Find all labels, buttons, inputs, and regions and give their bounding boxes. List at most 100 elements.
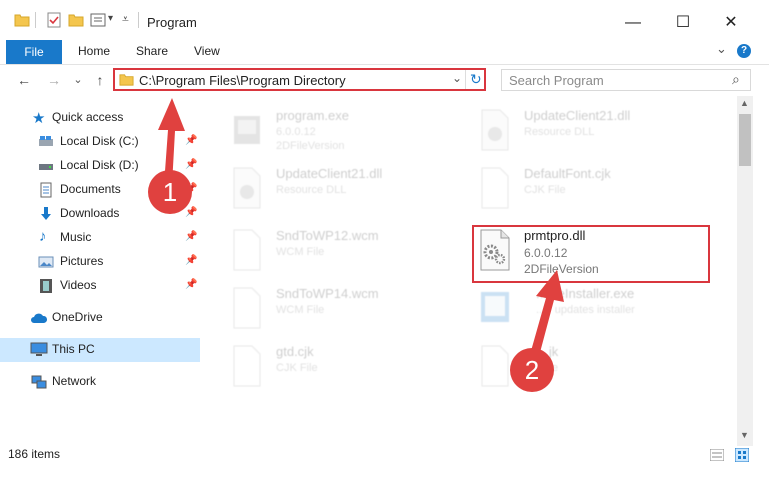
file-item[interactable]: gtd.cjk CJK File	[230, 344, 450, 400]
documents-icon	[40, 182, 52, 198]
file-name: gtd.cjk	[276, 344, 314, 359]
window-title: Program	[147, 15, 197, 30]
file-name: program.exe	[276, 108, 349, 123]
help-icon[interactable]: ?	[737, 44, 751, 58]
sidebar-item-label: Pictures	[60, 254, 104, 268]
file-name: UpdateClient21.dll	[276, 166, 383, 181]
scrollbar-thumb[interactable]	[739, 114, 751, 166]
chevron-down-icon[interactable]: ▾	[108, 13, 113, 24]
sidebar-item-videos[interactable]: Videos 📌	[0, 274, 200, 298]
sidebar-item-local-disk-c[interactable]: Local Disk (C:) 📌	[0, 130, 200, 154]
pin-icon[interactable]: 📌	[185, 279, 197, 290]
up-button[interactable]: ↑	[90, 70, 110, 90]
file-item[interactable]: SndToWP14.wcm WCM File	[230, 286, 450, 342]
sidebar-item-label: This PC	[52, 342, 95, 356]
file-item[interactable]: DefaultFont.cjk CJK File	[478, 166, 698, 222]
sidebar-item-onedrive[interactable]: OneDrive	[0, 306, 200, 330]
folder-icon	[14, 14, 30, 27]
sidebar-item-label: Music	[60, 230, 92, 244]
pin-icon[interactable]: 📌	[185, 159, 197, 170]
generic-file-icon	[233, 345, 261, 387]
address-bar[interactable]: C:\Program Files\Program Directory ⌄ ↻	[113, 68, 486, 91]
file-item[interactable]: SndToWP12.wcm WCM File	[230, 228, 450, 284]
tab-view[interactable]: View	[194, 44, 220, 58]
customize-toolbar-icon[interactable]: ⩡	[122, 12, 129, 27]
search-input[interactable]: Search Program ⌕	[501, 69, 751, 91]
close-button[interactable]: ✕	[708, 8, 754, 38]
download-arrow-icon	[41, 207, 51, 220]
sidebar-item-quick-access[interactable]: ★ Quick access	[0, 106, 200, 130]
annotation-badge-1: 1	[148, 170, 192, 214]
file-type: Resource DLL	[276, 184, 347, 196]
sidebar-item-pictures[interactable]: Pictures 📌	[0, 250, 200, 274]
file-version: 6.0.0.12	[276, 126, 316, 138]
minimize-button[interactable]: —	[610, 8, 656, 38]
file-description: 2DFileVersion	[276, 140, 345, 152]
sidebar-item-this-pc[interactable]: This PC	[0, 338, 200, 362]
file-name: SndToWP14.wcm	[276, 286, 379, 301]
generic-file-icon	[233, 287, 261, 329]
sidebar-item-label: Network	[52, 374, 97, 388]
divider	[35, 12, 36, 28]
tab-share[interactable]: Share	[136, 44, 168, 58]
pin-icon[interactable]: 📌	[185, 207, 197, 218]
file-name: UpdateClient21.dll	[524, 108, 631, 123]
new-folder-icon[interactable]	[68, 12, 84, 28]
details-view-icon[interactable]	[710, 449, 724, 461]
generic-file-icon	[481, 345, 509, 387]
address-dropdown-icon[interactable]: ⌄	[452, 71, 462, 85]
view-options-icon[interactable]	[90, 12, 106, 28]
pin-icon[interactable]: 📌	[185, 231, 197, 242]
file-name: SndToWP12.wcm	[276, 228, 379, 243]
large-icons-view-icon[interactable]	[735, 448, 749, 462]
sidebar-item-label: Local Disk (D:)	[60, 158, 139, 172]
search-placeholder: Search Program	[509, 73, 604, 88]
sidebar-item-label: OneDrive	[52, 310, 103, 324]
drive-icon	[39, 164, 53, 170]
installer-file-icon	[481, 292, 509, 322]
file-type: CJK File	[524, 184, 566, 196]
file-item[interactable]: UpdateClient21.dll Resource DLL	[230, 166, 450, 222]
properties-icon[interactable]	[46, 12, 62, 28]
scroll-up-icon[interactable]: ▲	[740, 98, 749, 108]
search-icon[interactable]: ⌕	[732, 71, 740, 88]
file-name: DefaultFont.cjk	[524, 166, 611, 181]
back-button[interactable]: ←	[14, 70, 34, 90]
star-icon: ★	[32, 110, 46, 127]
music-note-icon: ♪	[39, 228, 47, 245]
ribbon	[0, 40, 769, 65]
pin-icon[interactable]: 📌	[185, 135, 197, 146]
pin-icon[interactable]: 📌	[185, 255, 197, 266]
status-item-count: 186 items	[8, 447, 61, 461]
forward-button[interactable]: →	[44, 70, 64, 90]
file-item[interactable]: ...ateInstaller.exe ...T updates install…	[478, 286, 698, 342]
sidebar-item-label: Downloads	[60, 206, 120, 220]
file-tab[interactable]: File	[6, 40, 62, 64]
file-type: CJK File	[276, 362, 318, 374]
file-highlight-box	[472, 225, 710, 283]
sidebar-item-label: Local Disk (C:)	[60, 134, 139, 148]
film-icon	[40, 279, 52, 293]
scroll-down-icon[interactable]: ▼	[740, 430, 749, 440]
file-item[interactable]: program.exe 6.0.0.12 2DFileVersion	[230, 108, 450, 164]
divider	[138, 12, 139, 28]
sidebar-item-label: Documents	[60, 182, 121, 196]
file-type: WCM File	[276, 246, 325, 258]
refresh-icon[interactable]: ↻	[470, 71, 482, 88]
recent-locations-button[interactable]: ⌄	[68, 70, 88, 90]
sidebar-item-music[interactable]: ♪ Music 📌	[0, 226, 200, 250]
tab-home[interactable]: Home	[78, 44, 110, 58]
file-name: ...ateInstaller.exe	[536, 286, 635, 301]
pictures-icon	[38, 256, 54, 268]
divider	[465, 70, 466, 89]
maximize-button[interactable]: ☐	[660, 8, 706, 38]
exe-file-icon	[234, 116, 260, 144]
file-item[interactable]: UpdateClient21.dll Resource DLL	[478, 108, 698, 164]
dll-file-icon	[233, 167, 261, 209]
sidebar-item-network[interactable]: Network	[0, 370, 200, 394]
dll-file-icon	[481, 109, 509, 151]
network-icon	[31, 375, 47, 389]
file-type: WCM File	[276, 304, 325, 316]
file-type: ...T updates installer	[536, 304, 635, 316]
ribbon-expand-icon[interactable]: ⌄	[716, 41, 727, 57]
